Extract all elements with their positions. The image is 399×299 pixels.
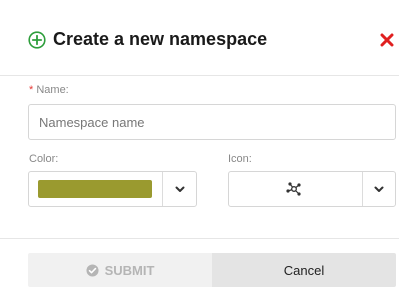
name-label: * Name:: [29, 84, 69, 96]
create-namespace-dialog: Create a new namespace * Name: Color: Ic…: [0, 0, 399, 299]
required-marker: *: [29, 84, 34, 96]
dialog-header: Create a new namespace: [0, 0, 399, 76]
cancel-button[interactable]: Cancel: [212, 253, 396, 287]
select-divider: [362, 172, 363, 206]
select-divider: [162, 172, 163, 206]
dialog-title: Create a new namespace: [53, 29, 268, 49]
plus-circle-icon: [28, 31, 46, 49]
submit-button[interactable]: SUBMIT: [28, 253, 212, 287]
check-circle-icon: [86, 263, 99, 277]
close-icon[interactable]: [379, 32, 395, 48]
namespace-network-icon: [286, 182, 301, 196]
namespace-name-input[interactable]: [28, 104, 396, 140]
chevron-down-icon[interactable]: [175, 186, 185, 193]
footer-divider: [0, 238, 399, 239]
icon-label: Icon:: [228, 153, 252, 165]
chevron-down-icon[interactable]: [374, 186, 384, 193]
submit-label: SUBMIT: [104, 262, 155, 278]
color-select[interactable]: [28, 171, 197, 207]
color-swatch: [38, 180, 152, 198]
icon-select[interactable]: [228, 171, 396, 207]
name-label-text: Name:: [36, 84, 69, 96]
color-label: Color:: [29, 153, 59, 165]
